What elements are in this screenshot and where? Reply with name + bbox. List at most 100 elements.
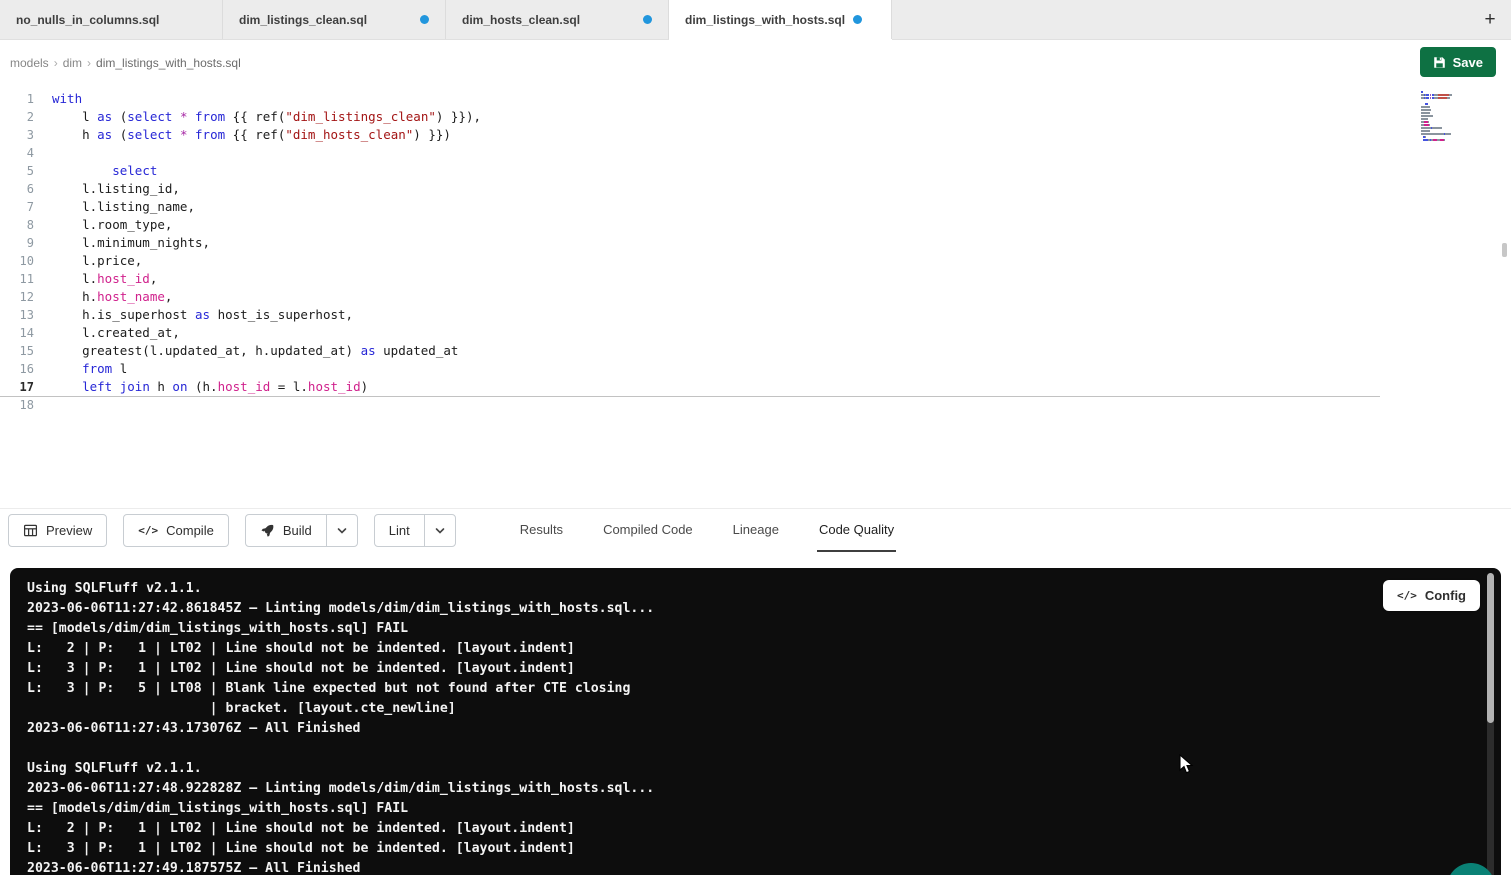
terminal-scrollbar[interactable]: [1487, 573, 1494, 875]
minimap-line: [1421, 106, 1495, 108]
save-icon: [1433, 56, 1446, 69]
code-line[interactable]: 5 select: [0, 162, 1380, 180]
file-tab-bar: no_nulls_in_columns.sql dim_listings_clea…: [0, 0, 1511, 40]
ide-window: no_nulls_in_columns.sql dim_listings_clea…: [0, 0, 1511, 875]
line-number: 17: [0, 378, 34, 396]
code-line[interactable]: 9 l.minimum_nights,: [0, 234, 1380, 252]
save-button[interactable]: Save: [1420, 47, 1496, 77]
minimap-line: [1421, 115, 1495, 117]
editor-tab[interactable]: dim_listings_clean.sql: [223, 0, 446, 39]
chevron-down-icon: [336, 525, 348, 537]
code-text: l.created_at,: [52, 324, 180, 342]
code-lines: 1 with2 l as (select * from {{ ref("dim_l…: [0, 90, 1511, 414]
minimap-line: [1421, 109, 1495, 111]
panel-tab-compiled-code[interactable]: Compiled Code: [601, 509, 695, 552]
tab-label: no_nulls_in_columns.sql: [16, 13, 159, 27]
code-line[interactable]: 13 h.is_superhost as host_is_superhost,: [0, 306, 1380, 324]
minimap-line: [1421, 136, 1495, 138]
line-number: 1: [0, 90, 34, 108]
line-number: 2: [0, 108, 34, 126]
new-tab-button[interactable]: +: [1469, 0, 1511, 39]
code-line[interactable]: 15 greatest(l.updated_at, h.updated_at) …: [0, 342, 1380, 360]
tab-label: dim_listings_clean.sql: [239, 13, 367, 27]
unsaved-indicator-icon: [420, 15, 429, 24]
code-text: l.listing_name,: [52, 198, 195, 216]
terminal-line: L: 2 | P: 1 | LT02 | Line should not be …: [27, 639, 1461, 659]
code-line[interactable]: 11 l.host_id,: [0, 270, 1380, 288]
terminal-line: L: 2 | P: 1 | LT02 | Line should not be …: [27, 819, 1461, 839]
build-dropdown-button[interactable]: [326, 514, 358, 547]
lint-button[interactable]: Lint: [374, 514, 425, 547]
code-text: h.is_superhost as host_is_superhost,: [52, 306, 353, 324]
code-line[interactable]: 4: [0, 144, 1380, 162]
tab-label: dim_hosts_clean.sql: [462, 13, 580, 27]
code-line[interactable]: 6 l.listing_id,: [0, 180, 1380, 198]
toolbar-buttons: Preview </> Compile Build: [8, 509, 456, 552]
minimap-line: [1421, 127, 1495, 129]
code-line[interactable]: 16 from l: [0, 360, 1380, 378]
lint-label: Lint: [389, 523, 410, 538]
save-label: Save: [1453, 55, 1483, 70]
unsaved-indicator-icon: [643, 15, 652, 24]
minimap-line: [1421, 130, 1495, 132]
terminal-line: 2023-06-06T11:27:48.922828Z — Linting mo…: [27, 779, 1461, 799]
code-line[interactable]: 18: [0, 396, 1380, 414]
terminal-line: [27, 739, 1461, 759]
line-number: 18: [0, 396, 34, 414]
result-tabs: Results Compiled Code Lineage Code Quality: [500, 509, 914, 552]
line-number: 7: [0, 198, 34, 216]
compile-code-icon: </>: [138, 524, 158, 537]
code-line[interactable]: 2 l as (select * from {{ ref("dim_listin…: [0, 108, 1380, 126]
code-line[interactable]: 12 h.host_name,: [0, 288, 1380, 306]
breadcrumb: models›dim›dim_listings_with_hosts.sql: [10, 56, 241, 70]
terminal-line: L: 3 | P: 1 | LT02 | Line should not be …: [27, 659, 1461, 679]
breadcrumb-item[interactable]: dim: [63, 56, 82, 70]
terminal-line: Using SQLFluff v2.1.1.: [27, 759, 1461, 779]
panel-tab-results[interactable]: Results: [518, 509, 565, 552]
path-bar: models›dim›dim_listings_with_hosts.sql S…: [0, 40, 1511, 85]
code-text: l.minimum_nights,: [52, 234, 210, 252]
code-line[interactable]: 3 h as (select * from {{ ref("dim_hosts_…: [0, 126, 1380, 144]
minimap-line: [1421, 139, 1495, 141]
build-split-button: Build: [245, 514, 358, 547]
code-text: h.host_name,: [52, 288, 172, 306]
minimap-line: [1421, 142, 1495, 144]
line-number: 11: [0, 270, 34, 288]
terminal-line: Using SQLFluff v2.1.1.: [27, 579, 1461, 599]
code-line[interactable]: 14 l.created_at,: [0, 324, 1380, 342]
compile-button[interactable]: </> Compile: [123, 514, 229, 547]
line-number: 12: [0, 288, 34, 306]
editor-tab[interactable]: dim_listings_with_hosts.sql: [669, 0, 892, 39]
editor-scrollbar-thumb[interactable]: [1502, 243, 1507, 257]
line-number: 16: [0, 360, 34, 378]
preview-button[interactable]: Preview: [8, 514, 107, 547]
code-editor[interactable]: 1 with2 l as (select * from {{ ref("dim_l…: [0, 85, 1511, 508]
terminal-line: == [models/dim/dim_listings_with_hosts.s…: [27, 619, 1461, 639]
breadcrumb-item[interactable]: dim_listings_with_hosts.sql: [96, 56, 241, 70]
code-text: h as (select * from {{ ref("dim_hosts_cl…: [52, 126, 451, 144]
preview-grid-icon: [23, 523, 38, 538]
code-text: greatest(l.updated_at, h.updated_at) as …: [52, 342, 458, 360]
code-line[interactable]: 1 with: [0, 90, 1380, 108]
panel-tab-lineage[interactable]: Lineage: [731, 509, 781, 552]
lint-dropdown-button[interactable]: [424, 514, 456, 547]
code-text: left join h on (h.host_id = l.host_id): [52, 378, 368, 396]
editor-tab[interactable]: no_nulls_in_columns.sql: [0, 0, 223, 39]
terminal-scrollbar-thumb[interactable]: [1487, 573, 1494, 723]
minimap[interactable]: [1421, 91, 1495, 145]
compile-label: Compile: [166, 523, 214, 538]
terminal-line: 2023-06-06T11:27:42.861845Z — Linting mo…: [27, 599, 1461, 619]
code-line[interactable]: 17 left join h on (h.host_id = l.host_id…: [0, 378, 1380, 396]
build-button[interactable]: Build: [245, 514, 327, 547]
code-text: with: [52, 90, 82, 108]
breadcrumb-item[interactable]: models: [10, 56, 49, 70]
code-line[interactable]: 10 l.price,: [0, 252, 1380, 270]
minimap-line: [1421, 121, 1495, 123]
editor-tab[interactable]: dim_hosts_clean.sql: [446, 0, 669, 39]
code-line[interactable]: 7 l.listing_name,: [0, 198, 1380, 216]
panel-tab-code-quality[interactable]: Code Quality: [817, 509, 896, 552]
code-icon: </>: [1397, 589, 1417, 602]
lint-config-button[interactable]: </> Config: [1383, 580, 1480, 611]
lint-split-button: Lint: [374, 514, 456, 547]
code-line[interactable]: 8 l.room_type,: [0, 216, 1380, 234]
